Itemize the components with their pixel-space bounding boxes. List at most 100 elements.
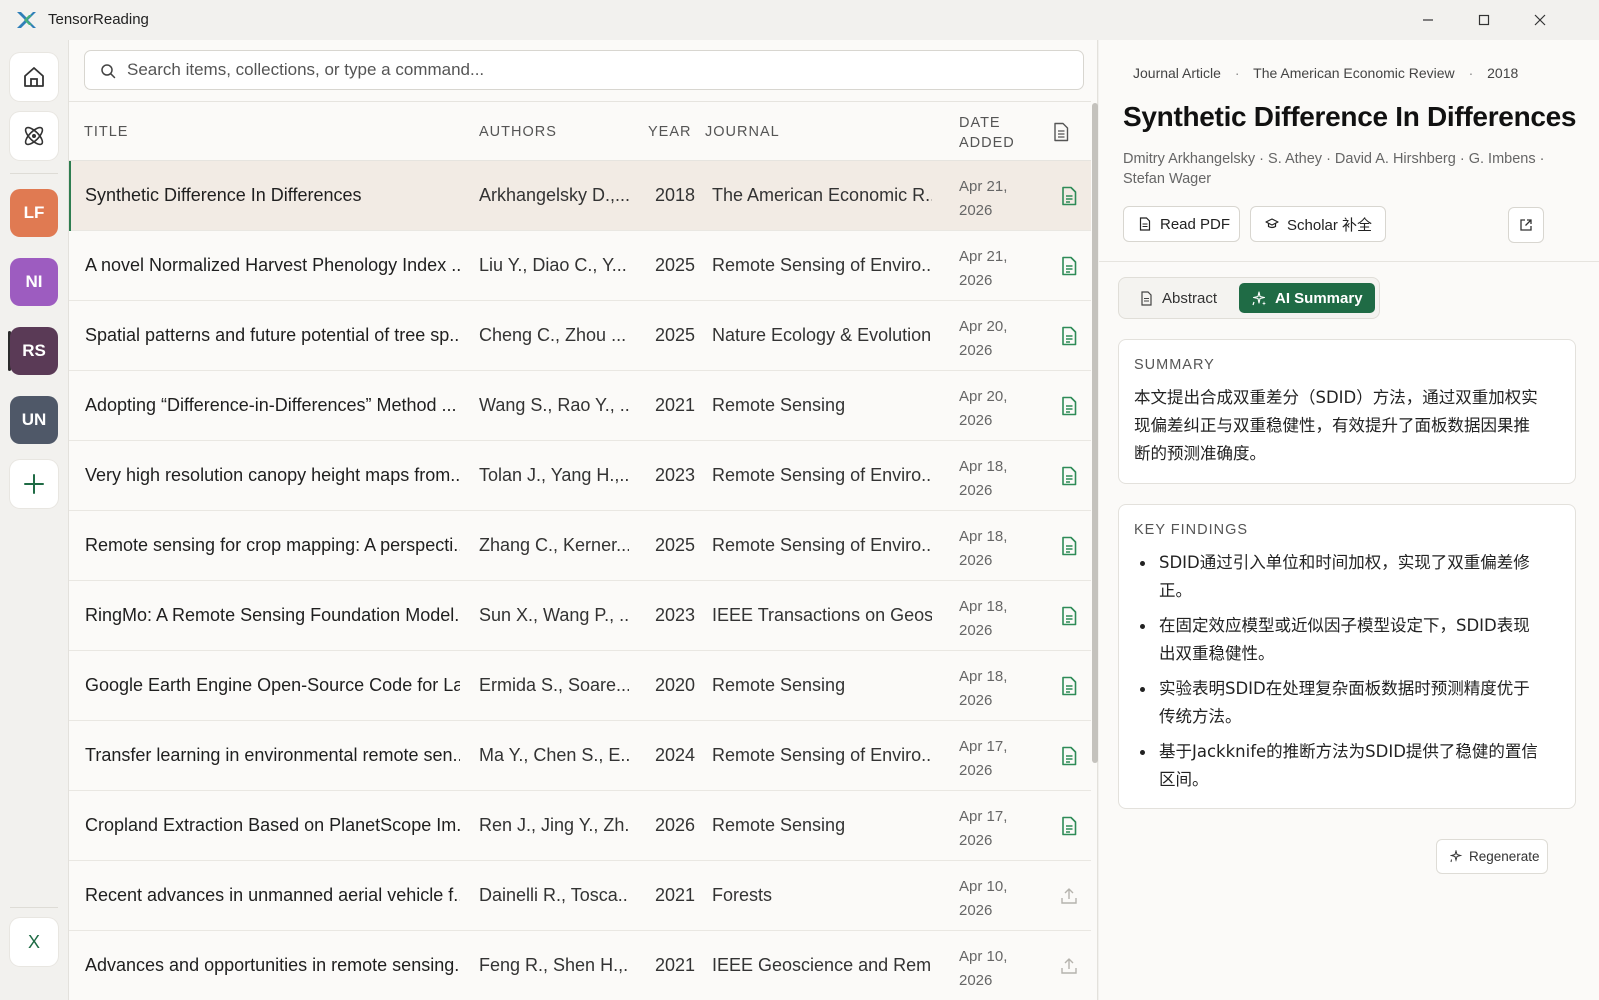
pdf-file-icon[interactable] (1059, 396, 1079, 416)
scrollbar[interactable] (1091, 101, 1099, 1000)
read-pdf-label: Read PDF (1160, 215, 1231, 233)
library-ni[interactable]: NI (10, 258, 58, 306)
row-authors: Ermida S., Soare... (479, 675, 629, 695)
column-header-year[interactable]: YEAR (648, 124, 692, 140)
finding-item: 实验表明SDID在处理复杂面板数据时预测精度优于传统方法。 (1134, 675, 1544, 731)
pdf-file-icon[interactable] (1059, 746, 1079, 766)
document-icon[interactable] (1052, 122, 1070, 142)
pdf-file-icon[interactable] (1059, 326, 1079, 346)
library-initials: RS (22, 341, 46, 360)
row-date-added: Apr 18, 2026 (959, 455, 1029, 503)
row-journal: Remote Sensing of Enviro... (712, 745, 932, 765)
tab-abstract-label: Abstract (1162, 289, 1218, 307)
maximize-button[interactable] (1456, 0, 1512, 40)
pdf-file-icon[interactable] (1059, 536, 1079, 556)
scroll-thumb[interactable] (1092, 103, 1098, 763)
detail-tabs: Abstract AI Summary (1118, 277, 1380, 319)
pdf-file-icon[interactable] (1059, 256, 1079, 276)
row-authors: Sun X., Wang P., ... (479, 605, 629, 625)
add-library-button[interactable] (10, 460, 58, 508)
row-year: 2023 (655, 465, 695, 485)
row-title: Advances and opportunities in remote sen… (85, 955, 460, 975)
row-date-added: Apr 17, 2026 (959, 735, 1029, 783)
row-journal: IEEE Geoscience and Rem... (712, 955, 932, 975)
search-input[interactable] (127, 51, 1067, 89)
finding-item: 基于Jackknife的推断方法为SDID提供了稳健的置信区间。 (1134, 738, 1544, 794)
table-row[interactable]: Advances and opportunities in remote sen… (69, 931, 1091, 1000)
upload-icon[interactable] (1059, 886, 1079, 906)
row-year: 2026 (655, 815, 695, 835)
row-title: Cropland Extraction Based on PlanetScope… (85, 815, 460, 835)
table-row[interactable]: RingMo: A Remote Sensing Foundation Mode… (69, 581, 1091, 651)
table-row[interactable]: Synthetic Difference In Differences Arkha… (69, 161, 1091, 231)
library-lf[interactable]: LF (10, 189, 58, 237)
summary-text: 本文提出合成双重差分（SDID）方法，通过双重加权实现偏差纠正与双重稳健性，有效… (1134, 388, 1538, 463)
graduation-cap-icon (1265, 218, 1279, 229)
row-authors: Wang S., Rao Y., ... (479, 395, 629, 415)
row-title: Remote sensing for crop mapping: A persp… (85, 535, 460, 555)
close-button[interactable] (1512, 0, 1568, 40)
row-date-line: Apr 17, (959, 738, 1008, 755)
pdf-file-icon[interactable] (1059, 466, 1079, 486)
row-date-line: 2026 (959, 972, 993, 989)
column-header-date-added[interactable]: DATE ADDED (959, 113, 1015, 153)
pdf-file-icon[interactable] (1059, 606, 1079, 626)
row-year: 2020 (655, 675, 695, 695)
search-icon (101, 64, 116, 79)
document-icon (1139, 217, 1151, 231)
row-date-added: Apr 10, 2026 (959, 945, 1029, 993)
row-year: 2021 (655, 395, 695, 415)
x-button[interactable]: X (10, 918, 58, 966)
item-year: 2018 (1487, 65, 1519, 81)
row-journal: Forests (712, 885, 773, 905)
sparkle-icon (1252, 290, 1266, 305)
library-rail: LF NI RS UN X (0, 40, 68, 1000)
regenerate-button[interactable]: Regenerate (1436, 839, 1548, 874)
row-date-added: Apr 10, 2026 (959, 875, 1029, 923)
library-initials: LF (23, 203, 45, 222)
read-pdf-button[interactable]: Read PDF (1123, 206, 1240, 242)
title-bar: TensorReading (0, 0, 1599, 40)
row-date-line: 2026 (959, 342, 993, 359)
scholar-label: Scholar 补全 (1287, 216, 1373, 234)
row-year: 2024 (655, 745, 695, 765)
row-date-added: Apr 21, 2026 (959, 175, 1029, 223)
table-row[interactable]: A novel Normalized Harvest Phenology Ind… (69, 231, 1091, 301)
table-row[interactable]: Spatial patterns and future potential of… (69, 301, 1091, 371)
date-header-line: ADDED (959, 135, 1015, 151)
table-header: TITLE AUTHORS YEAR JOURNAL DATE ADDED (69, 101, 1091, 161)
table-row[interactable]: Very high resolution canopy height maps … (69, 441, 1091, 511)
library-rs[interactable]: RS (10, 327, 58, 375)
app-logo-icon (17, 12, 36, 28)
column-header-journal[interactable]: JOURNAL (705, 124, 780, 140)
row-date-line: Apr 18, (959, 668, 1008, 685)
row-date-line: Apr 10, (959, 948, 1008, 965)
column-header-authors[interactable]: AUTHORS (479, 124, 557, 140)
upload-icon[interactable] (1059, 956, 1079, 976)
library-initials: NI (25, 272, 43, 291)
scholar-button[interactable]: Scholar 补全 (1250, 206, 1386, 242)
minimize-button[interactable] (1400, 0, 1456, 40)
home-button[interactable] (10, 53, 58, 101)
column-header-title[interactable]: TITLE (84, 124, 128, 140)
tab-abstract[interactable]: Abstract (1125, 283, 1235, 313)
open-external-button[interactable] (1508, 207, 1544, 243)
table-row[interactable]: Google Earth Engine Open-Source Code for… (69, 651, 1091, 721)
table-row[interactable]: Cropland Extraction Based on PlanetScope… (69, 791, 1091, 861)
search-box[interactable] (84, 50, 1084, 90)
row-journal: Remote Sensing (712, 675, 846, 695)
atom-button[interactable] (10, 112, 58, 160)
pdf-file-icon[interactable] (1059, 186, 1079, 206)
table-row[interactable]: Remote sensing for crop mapping: A persp… (69, 511, 1091, 581)
library-un[interactable]: UN (10, 396, 58, 444)
meta-separator: · (1468, 65, 1474, 81)
row-date-line: 2026 (959, 272, 993, 289)
table-row[interactable]: Recent advances in unmanned aerial vehic… (69, 861, 1091, 931)
table-row[interactable]: Adopting “Difference-in-Differences” Met… (69, 371, 1091, 441)
item-authors: Dmitry Arkhangelsky · S. Athey · David A… (1123, 151, 1545, 187)
pdf-file-icon[interactable] (1059, 816, 1079, 836)
pdf-file-icon[interactable] (1059, 676, 1079, 696)
regenerate-label: Regenerate (1469, 849, 1540, 864)
table-row[interactable]: Transfer learning in environmental remot… (69, 721, 1091, 791)
tab-ai-summary[interactable]: AI Summary (1239, 283, 1375, 313)
